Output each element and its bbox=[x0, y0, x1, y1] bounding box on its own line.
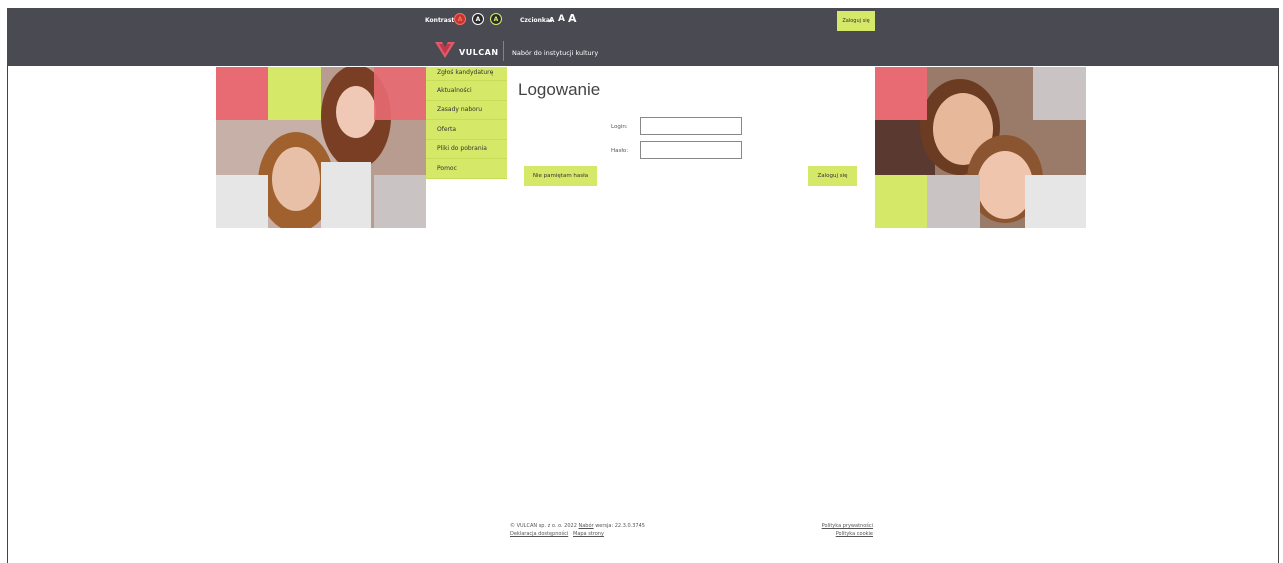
top-login-button[interactable]: Zaloguj się bbox=[837, 11, 875, 31]
password-input[interactable] bbox=[640, 141, 742, 159]
footer-version: wersja: 22.3.0.3745 bbox=[595, 523, 645, 529]
collage-lime-tile bbox=[268, 67, 321, 120]
forgot-password-button[interactable]: Nie pamiętam hasła bbox=[524, 166, 597, 186]
page-title: Logowanie bbox=[518, 80, 601, 99]
footer-product-link[interactable]: Nabór bbox=[579, 523, 594, 529]
menu-item-submit-candidacy[interactable]: Zgłoś kandydaturę bbox=[426, 67, 507, 81]
collage-grey-tile-right-2 bbox=[927, 175, 980, 228]
font-size-medium-button[interactable]: A bbox=[558, 14, 565, 24]
collage-grey-tile bbox=[216, 175, 268, 228]
vulcan-logo-text[interactable]: VULCAN bbox=[459, 48, 499, 57]
font-size-label: Czcionka: bbox=[520, 17, 553, 24]
contrast-black-button[interactable]: A bbox=[472, 13, 484, 25]
font-size-large-button[interactable]: A bbox=[568, 12, 577, 25]
menu-item-rules[interactable]: Zasady naboru bbox=[426, 100, 507, 120]
footer-cookie-link[interactable]: Polityka cookie bbox=[836, 531, 873, 537]
login-label: Login: bbox=[611, 124, 628, 130]
password-label: Hasło: bbox=[611, 148, 629, 154]
contrast-label: Kontrast: bbox=[425, 17, 457, 24]
collage-pink-tile-right bbox=[875, 67, 927, 120]
left-photo-collage bbox=[216, 67, 426, 228]
footer-left: © VULCAN sp. z o. o. 2022 Nabór wersja: … bbox=[510, 522, 645, 538]
login-input[interactable] bbox=[640, 117, 742, 135]
contrast-red-button[interactable]: A bbox=[454, 13, 466, 25]
menu-item-news[interactable]: Aktualności bbox=[426, 81, 507, 101]
footer-sitemap-link[interactable]: Mapa strony bbox=[573, 531, 604, 537]
collage-grey-tile-2 bbox=[374, 175, 426, 228]
frame-left-line bbox=[7, 66, 8, 563]
collage-pink-tile-2 bbox=[374, 67, 426, 120]
collage-lime-tile-right bbox=[875, 175, 927, 228]
page-header: Kontrast: A A A Czcionka: A A A Zaloguj … bbox=[7, 8, 1279, 66]
collage-grey-tile-right bbox=[1033, 67, 1086, 120]
accessibility-bar: Kontrast: A A A Czcionka: A A A Zaloguj … bbox=[7, 8, 1279, 36]
brand-bar: VULCAN Nabór do instytucji kultury bbox=[7, 36, 1279, 66]
brand-divider bbox=[503, 41, 504, 61]
main-menu: Zgłoś kandydaturę Aktualności Zasady nab… bbox=[426, 67, 507, 179]
collage-pink-tile bbox=[216, 67, 268, 120]
login-submit-button[interactable]: Zaloguj się bbox=[808, 166, 857, 186]
vulcan-logo-icon[interactable] bbox=[434, 41, 456, 59]
footer-copyright: © VULCAN sp. z o. o. 2022 bbox=[510, 523, 577, 529]
right-photo-collage bbox=[875, 67, 1086, 228]
contrast-yellow-button[interactable]: A bbox=[490, 13, 502, 25]
footer-accessibility-link[interactable]: Deklaracja dostępności bbox=[510, 531, 568, 537]
frame-right-line bbox=[1278, 66, 1279, 563]
font-size-small-button[interactable]: A bbox=[549, 16, 554, 24]
menu-item-help[interactable]: Pomoc bbox=[426, 159, 507, 179]
footer-privacy-link[interactable]: Polityka prywatności bbox=[822, 523, 873, 529]
menu-item-offer[interactable]: Oferta bbox=[426, 120, 507, 140]
collage-light-tile-right bbox=[1033, 175, 1086, 228]
app-title: Nabór do instytucji kultury bbox=[512, 49, 599, 57]
menu-item-downloads[interactable]: Pliki do pobrania bbox=[426, 139, 507, 159]
footer-right: Polityka prywatności Polityka cookie bbox=[820, 522, 873, 538]
